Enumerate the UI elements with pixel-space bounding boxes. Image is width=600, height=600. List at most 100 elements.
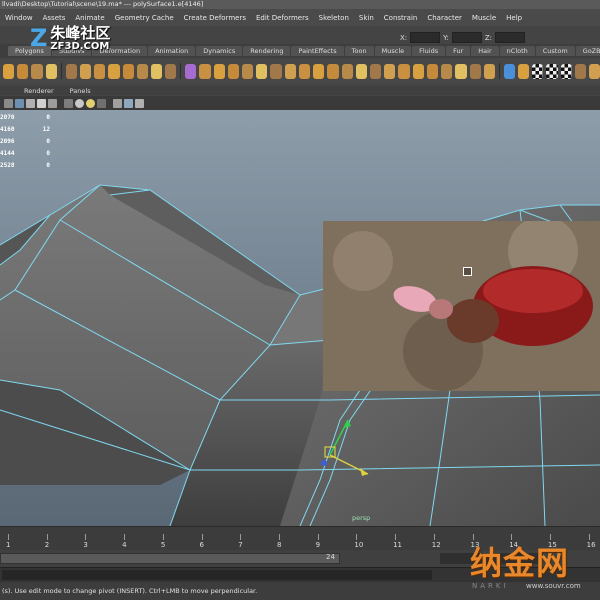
collapse-icon[interactable] [313,63,325,79]
watermark-site: 纳金网 NARKI www.souvr.com [470,538,581,590]
tab-gozbrush[interactable]: GoZBrush [575,46,600,56]
harden-icon[interactable] [483,63,495,79]
delete-edge-icon[interactable] [298,63,311,79]
menu-constrain[interactable]: Constrain [379,14,423,22]
split-icon[interactable] [242,63,254,79]
tab-fur[interactable]: Fur [446,46,471,56]
menu-create-deformers[interactable]: Create Deformers [179,14,251,22]
z-field[interactable] [495,32,526,43]
timeline-tick-label: 8 [276,541,282,549]
menu-skeleton[interactable]: Skeleton [314,14,354,22]
xray-icon[interactable] [113,98,122,108]
shaded-icon[interactable] [26,98,35,108]
light-icon[interactable] [86,98,95,108]
sphere-icon[interactable] [3,63,15,79]
panel-menu-panels[interactable]: Panels [62,87,99,95]
menu-character[interactable]: Character [422,14,467,22]
panel-menu-renderer[interactable]: Renderer [16,87,62,95]
perspective-viewport[interactable]: persp [0,110,600,526]
separate-icon[interactable] [108,63,120,79]
soften-icon[interactable] [469,63,481,79]
poke-icon[interactable] [355,63,367,79]
smooth-icon[interactable] [136,63,148,79]
combine-icon[interactable] [94,63,106,79]
shadow-icon[interactable] [97,98,106,108]
grid-icon[interactable] [4,98,13,108]
camera-icon[interactable] [124,98,133,108]
timeline-tick [240,534,242,540]
tab-muscle[interactable]: Muscle [374,46,412,56]
tab-toon[interactable]: Toon [344,46,374,56]
wedge-icon[interactable] [369,63,382,79]
menu-geometry-cache[interactable]: Geometry Cache [110,14,179,22]
menu-animate[interactable]: Animate [70,14,109,22]
x-field[interactable] [410,32,441,43]
tab-custom[interactable]: Custom [535,46,575,56]
quadrangulate-icon[interactable] [412,63,424,79]
menu-edit-deformers[interactable]: Edit Deformers [251,14,314,22]
insert-loop-icon[interactable] [256,63,268,79]
lighting-icon[interactable] [64,98,73,108]
timeline-tick [356,534,358,540]
extrude-icon[interactable] [199,63,211,79]
make-hole-icon[interactable] [441,63,453,79]
duplicate-face-icon[interactable] [384,63,396,79]
bevel-icon[interactable] [327,63,339,79]
append-icon[interactable] [227,63,239,79]
timeline-tick-label: 12 [431,541,441,549]
cone-icon[interactable] [45,63,57,79]
site-url: www.souvr.com [526,582,581,590]
timeline-tick-label: 11 [393,541,403,549]
offset-loop-icon[interactable] [270,63,282,79]
hud-value: 2096 [0,138,15,145]
uv-auto-icon[interactable] [517,63,530,79]
hud-value: 0 [46,162,50,169]
film-gate-icon[interactable] [135,98,144,108]
cylinder-icon[interactable] [31,63,43,79]
plane-icon[interactable] [65,63,77,79]
command-input[interactable] [2,570,432,580]
mirror-icon[interactable] [165,63,177,79]
timeline-tick-label: 3 [83,541,88,549]
range-slider-bar[interactable] [0,553,340,564]
uv-planar-icon[interactable] [503,63,515,79]
tile-icon[interactable] [574,63,586,79]
extract-icon[interactable] [122,63,134,79]
menu-assets[interactable]: Assets [38,14,71,22]
checker-icon-2[interactable] [546,63,558,79]
panel-divider [59,98,62,108]
tab-fluids[interactable]: Fluids [412,46,446,56]
tab-ncloth[interactable]: nCloth [499,46,535,56]
y-field[interactable] [451,32,482,43]
fill-hole-icon[interactable] [426,63,439,79]
tab-hair[interactable]: Hair [471,46,499,56]
tab-animation[interactable]: Animation [148,46,196,56]
textured-icon[interactable] [37,98,46,108]
tab-painteffects[interactable]: PaintEffects [291,46,344,56]
timeline-tick [395,534,397,540]
wireframe-icon[interactable] [15,98,24,108]
boolean-icon[interactable] [150,63,163,79]
menu-window[interactable]: Window [0,14,38,22]
menu-help[interactable]: Help [501,14,527,22]
bridge-icon[interactable] [213,63,225,79]
sphere-shade-icon[interactable] [75,98,84,108]
triangulate-icon[interactable] [398,63,410,79]
material-icon[interactable] [589,63,600,79]
z-field-label: Z: [484,33,493,42]
chamfer-icon[interactable] [341,63,353,79]
tab-dynamics[interactable]: Dynamics [196,46,243,56]
reverse-icon[interactable] [455,63,467,79]
tab-rendering[interactable]: Rendering [243,46,291,56]
torus-icon[interactable] [79,63,92,79]
cube-icon[interactable] [17,63,29,79]
checker-icon[interactable] [532,63,544,79]
merge-icon[interactable] [284,63,296,79]
checker-icon-3[interactable] [560,63,572,79]
cube-map-icon[interactable] [185,63,197,79]
menu-muscle[interactable]: Muscle [467,14,501,22]
menu-skin[interactable]: Skin [354,14,379,22]
panel-toolbar [0,96,600,110]
panel-menu: Renderer Panels [0,86,600,95]
isolate-icon[interactable] [48,98,57,108]
